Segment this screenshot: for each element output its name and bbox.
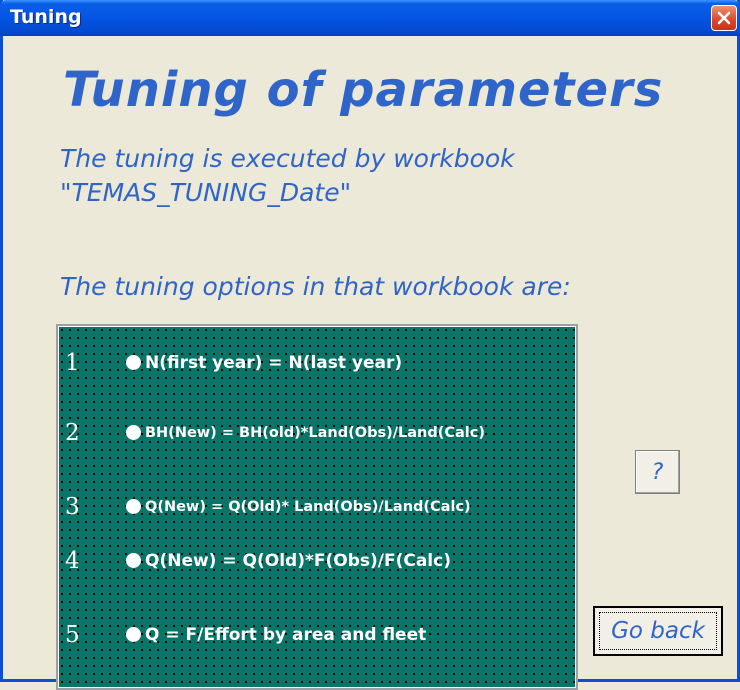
option-4-radio[interactable] xyxy=(126,553,141,568)
option-4[interactable]: 4 Q(New) = Q(Old)*F(Obs)/F(Calc) xyxy=(58,548,576,584)
option-3-radio[interactable] xyxy=(126,499,141,514)
option-number: 2 xyxy=(65,420,80,446)
option-4-label[interactable]: Q(New) = Q(Old)*F(Obs)/F(Calc) xyxy=(145,551,451,571)
option-1-label[interactable]: N(first year) = N(last year) xyxy=(145,353,402,373)
option-2-label[interactable]: BH(New) = BH(old)*Land(Obs)/Land(Calc) xyxy=(145,425,485,441)
option-5-label[interactable]: Q = F/Effort by area and fleet xyxy=(145,625,426,645)
option-number: 3 xyxy=(65,494,80,520)
option-number: 5 xyxy=(65,622,80,648)
window-title: Tuning xyxy=(10,6,82,28)
option-5-radio[interactable] xyxy=(126,627,141,642)
tuning-options-group: 1 N(first year) = N(last year) 2 BH(New)… xyxy=(56,324,578,690)
close-button[interactable] xyxy=(711,5,737,31)
option-number: 1 xyxy=(65,350,80,376)
option-1[interactable]: 1 N(first year) = N(last year) xyxy=(58,350,576,386)
option-5[interactable]: 5 Q = F/Effort by area and fleet xyxy=(58,622,576,658)
help-button[interactable]: ? xyxy=(635,450,680,494)
go-back-button[interactable]: Go back xyxy=(593,606,723,656)
page-title: Tuning of parameters xyxy=(63,62,664,118)
description: The tuning is executed by workbook "TEMA… xyxy=(60,142,515,210)
tuning-dialog: Tuning Tuning of parameters The tuning i… xyxy=(0,0,740,690)
description-line-2: "TEMAS_TUNING_Date" xyxy=(60,178,352,207)
focus-rectangle xyxy=(599,612,717,650)
help-button-label: ? xyxy=(651,459,664,485)
option-3-label[interactable]: Q(New) = Q(Old)* Land(Obs)/Land(Calc) xyxy=(145,499,471,515)
close-icon xyxy=(717,11,731,25)
option-3[interactable]: 3 Q(New) = Q(Old)* Land(Obs)/Land(Calc) xyxy=(58,494,576,530)
option-2[interactable]: 2 BH(New) = BH(old)*Land(Obs)/Land(Calc) xyxy=(58,420,576,456)
option-number: 4 xyxy=(65,548,80,574)
description-line-1: The tuning is executed by workbook xyxy=(60,144,515,173)
option-2-radio[interactable] xyxy=(126,425,141,440)
option-1-radio[interactable] xyxy=(126,355,141,370)
options-title: The tuning options in that workbook are: xyxy=(60,272,571,301)
title-bar[interactable]: Tuning xyxy=(0,0,740,36)
